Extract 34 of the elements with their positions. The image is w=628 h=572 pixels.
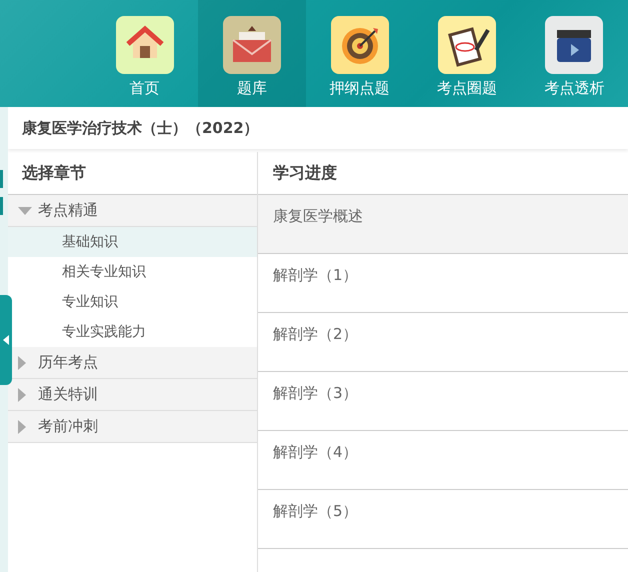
chapter-group-label: 考点精通 — [38, 201, 98, 220]
chapter-item[interactable]: 基础知识 — [8, 227, 257, 257]
chapter-group[interactable]: 考前冲刺 — [8, 411, 257, 443]
chapter-group[interactable]: 通关特训 — [8, 379, 257, 411]
house-icon — [116, 16, 174, 74]
video-icon — [545, 16, 604, 74]
progress-row[interactable]: 解剖学（3） — [258, 372, 628, 431]
course-title: 康复医学治疗技术（士）（2022） — [8, 107, 628, 149]
target-icon — [330, 16, 389, 74]
progress-row[interactable]: 康复医学概述 — [258, 195, 628, 254]
chapter-item[interactable]: 专业实践能力 — [8, 317, 257, 347]
collapse-handle[interactable] — [0, 295, 12, 385]
chapter-group-label: 通关特训 — [38, 385, 98, 404]
chapter-item[interactable]: 相关专业知识 — [8, 257, 257, 287]
nav-item[interactable]: 押纲点题 — [306, 0, 414, 107]
progress-row[interactable]: 解剖学（1） — [258, 254, 628, 313]
chapter-group[interactable]: 考点精通 — [8, 195, 257, 227]
nav-item[interactable]: 考点圈题 — [413, 0, 521, 107]
nav-item[interactable]: 题库 — [198, 0, 306, 107]
progress-row[interactable]: 解剖学（2） — [258, 313, 628, 372]
nav-item[interactable]: 考点透析 — [520, 0, 628, 107]
collapsed-triangle-icon — [18, 420, 26, 434]
clipboard-icon — [438, 16, 496, 74]
progress-row[interactable]: 解剖学（4） — [258, 431, 628, 490]
nav-item[interactable]: 首页 — [91, 0, 198, 107]
chapter-item[interactable]: 专业知识 — [8, 287, 257, 317]
collapsed-triangle-icon — [18, 388, 26, 402]
progress-row[interactable]: 解剖学（5） — [258, 490, 628, 549]
chapter-group-label: 历年考点 — [38, 353, 98, 372]
left-arrow-icon — [3, 335, 9, 345]
chapter-group-label: 考前冲刺 — [38, 417, 98, 436]
expanded-triangle-icon — [18, 206, 32, 214]
envelope-icon — [223, 16, 282, 74]
collapsed-triangle-icon — [18, 356, 26, 370]
